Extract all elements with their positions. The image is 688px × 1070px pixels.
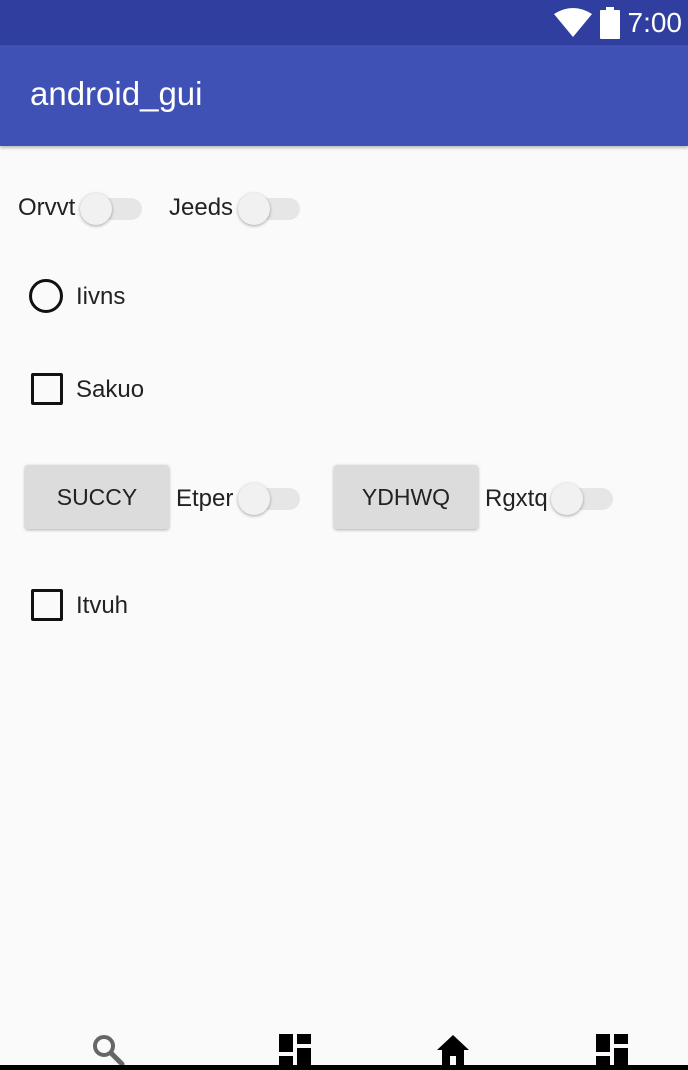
checkbox-sakuo-label[interactable]: Sakuo (76, 376, 144, 404)
switch-jeeds-label: Jeeds (169, 194, 234, 221)
status-icons: 7:00 (553, 5, 683, 41)
search-icon[interactable] (90, 1032, 126, 1068)
status-bar: 7:00 (0, 0, 688, 45)
switch-etper[interactable] (238, 478, 302, 515)
battery-icon (599, 7, 620, 39)
radio-iivns-label[interactable]: Iivns (76, 283, 125, 311)
switch-orvvt-label: Orvvt (18, 194, 76, 221)
nav-divider (0, 1065, 688, 1070)
radio-iivns[interactable] (29, 279, 63, 313)
switch-thumb (238, 483, 270, 515)
switch-rgxtq[interactable] (551, 478, 615, 515)
checkbox-sakuo[interactable] (31, 373, 63, 405)
dashboard-icon[interactable] (277, 1032, 313, 1068)
status-time: 7:00 (627, 7, 683, 38)
bottom-nav (0, 1010, 688, 1070)
wifi-icon (553, 8, 592, 37)
dashboard-icon[interactable] (594, 1032, 630, 1068)
switch-thumb (238, 193, 270, 225)
switch-orvvt[interactable] (80, 188, 144, 225)
app-bar: android_gui (0, 45, 688, 146)
checkbox-itvuh[interactable] (31, 589, 63, 621)
switch-etper-label: Etper (176, 485, 234, 512)
switch-jeeds[interactable] (238, 188, 302, 225)
switch-thumb (551, 483, 583, 515)
switch-rgxtq-label: Rgxtq (485, 485, 548, 512)
succy-button[interactable]: SUCCY (25, 465, 169, 529)
ydhwq-button[interactable]: YDHWQ (334, 465, 478, 529)
app-title: android_gui (30, 75, 203, 112)
switch-thumb (80, 193, 112, 225)
checkbox-itvuh-label[interactable]: Itvuh (76, 592, 128, 620)
home-icon[interactable] (435, 1032, 471, 1068)
